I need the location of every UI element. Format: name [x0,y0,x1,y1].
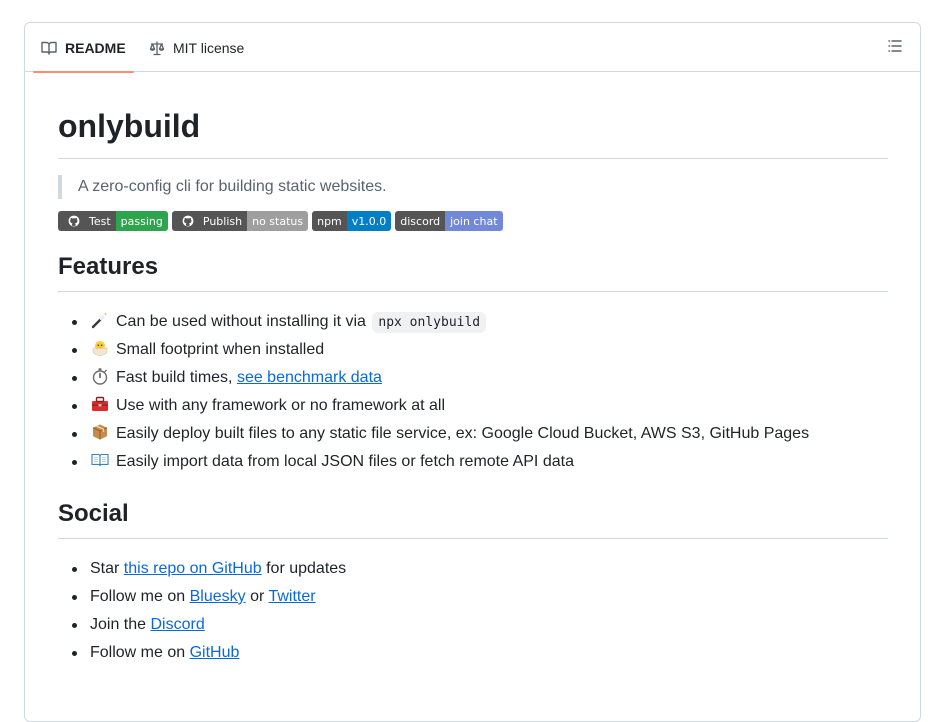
twitter-link[interactable]: Twitter [268,588,315,605]
inline-code: npx onlybuild [372,312,487,333]
list-item: Easily import data from local JSON files… [58,448,888,476]
badge-value: join chat [445,211,503,231]
badge-label: Publish [171,211,248,231]
badge-value: no status [247,211,309,231]
badge-label-text: npm [317,214,342,228]
social-list: Star this repo on GitHub for updates Foll… [58,555,888,667]
badge-value: v1.0.0 [346,211,392,231]
readme-tagline: A zero-config cli for building static we… [58,175,888,199]
list-item: Use with any framework or no framework a… [58,392,888,420]
badge-label: Test [58,211,116,231]
feature-text: Easily deploy built files to any static … [116,425,810,442]
tab-readme-label: README [65,39,126,56]
list-item: Follow me on GitHub [58,639,888,667]
badge-value: passing [115,211,168,231]
social-text: or [250,588,265,605]
toolbox-icon [90,394,110,414]
readme-panel: README MIT license onlybuild A zero-conf… [24,22,921,722]
benchmark-link[interactable]: see benchmark data [237,369,382,386]
readme-content: onlybuild A zero-config cli for building… [25,106,920,667]
hatching-chick-icon [90,338,110,358]
social-text: Follow me on [90,588,186,605]
badge-label: discord [395,211,446,231]
tab-license-label: MIT license [173,39,245,56]
law-scale-icon [149,40,165,56]
feature-text: Can be used without installing it via [116,313,366,330]
feature-text: Use with any framework or no framework a… [116,397,445,414]
list-item: Fast build times, see benchmark data [58,364,888,392]
package-icon [90,422,110,442]
tab-readme[interactable]: README [33,23,134,73]
readme-title: onlybuild [58,106,888,159]
github-link[interactable]: GitHub [190,644,240,661]
badge-label-text: Publish [202,214,243,228]
list-outline-icon [887,38,903,59]
feature-text: Fast build times, [116,369,233,386]
feature-text: Easily import data from local JSON files… [116,453,574,470]
status-badge[interactable]: Test passing [58,211,168,231]
badge-label-text: discord [400,214,441,228]
list-item: Can be used without installing it via np… [58,308,888,336]
this-repo-on-github-link[interactable]: this repo on GitHub [124,560,262,577]
outline-button[interactable] [884,37,906,59]
open-book-icon [90,450,110,470]
magic-wand-icon [90,310,110,330]
badge-row: Test passing Publish no status npm v1.0.0 disc… [58,211,888,231]
tab-license[interactable]: MIT license [149,23,244,72]
github-logo-icon [63,215,85,227]
readme-tab-bar: README MIT license [25,23,920,73]
list-item: Star this repo on GitHub for updates [58,555,888,583]
social-text: Follow me on [90,644,186,661]
status-badge[interactable]: Publish no status [171,211,309,231]
github-logo-icon [177,215,199,227]
social-text: for updates [266,560,347,577]
badge-label: npm [312,211,347,231]
discord-link[interactable]: Discord [151,616,205,633]
status-badge[interactable]: npm v1.0.0 [312,211,392,231]
social-text: Join the [90,616,147,633]
list-item: Easily deploy built files to any static … [58,420,888,448]
book-icon [41,40,57,56]
badge-label-text: Test [89,214,111,228]
feature-text: Small footprint when installed [116,341,325,358]
status-badge[interactable]: discord join chat [395,211,503,231]
features-list: Can be used without installing it via np… [58,308,888,476]
social-text: Star [90,560,120,577]
stopwatch-icon [90,366,110,386]
bluesky-link[interactable]: Bluesky [190,588,246,605]
social-heading: Social [58,499,888,539]
list-item: Follow me on Bluesky or Twitter [58,583,888,611]
features-heading: Features [58,252,888,292]
list-item: Join the Discord [58,611,888,639]
list-item: Small footprint when installed [58,336,888,364]
